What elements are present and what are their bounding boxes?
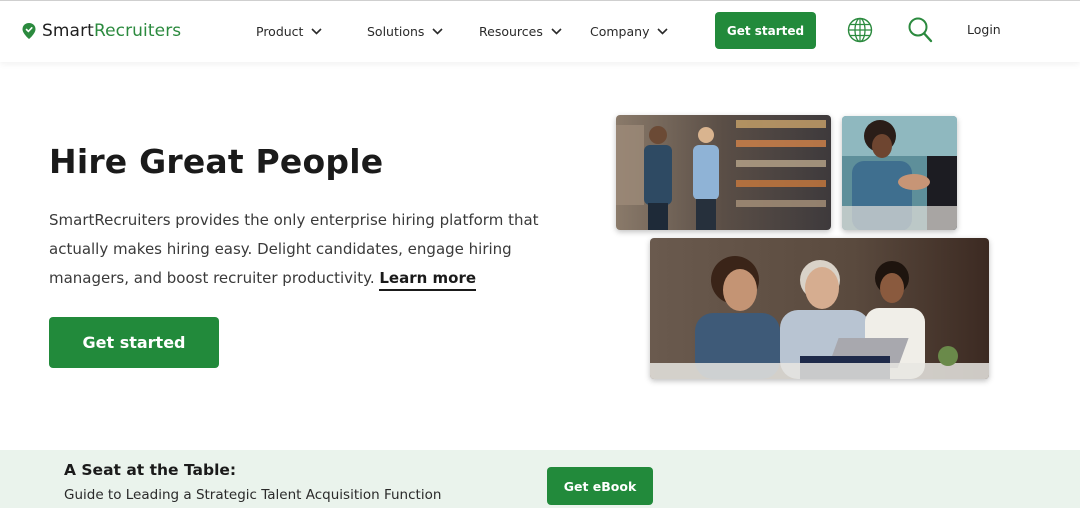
chevron-down-icon [311,27,323,35]
nav-company[interactable]: Company [590,21,669,41]
header-get-started-button[interactable]: Get started [715,12,816,49]
location-pin-icon [22,23,36,39]
banner-subtitle: Guide to Leading a Strategic Talent Acqu… [64,487,442,503]
globe-icon[interactable] [847,17,873,43]
handshake-photo [842,116,957,230]
chevron-down-icon [432,27,444,35]
chevron-down-icon [551,27,562,35]
hero-get-started-button[interactable]: Get started [49,317,219,368]
banner-title: A Seat at the Table: [64,461,237,479]
logo-text: SmartRecruiters [42,21,182,41]
nav-resources-label: Resources [479,23,543,39]
site-header: SmartRecruiters Product Solutions Resour… [0,0,1080,62]
learn-more-link[interactable]: Learn more [379,269,477,291]
nav-solutions[interactable]: Solutions [367,21,444,41]
team-meeting-photo [650,238,989,379]
login-link[interactable]: Login [967,22,1001,37]
nav-solutions-label: Solutions [367,23,425,39]
smartrecruiters-logo[interactable]: SmartRecruiters [22,18,181,44]
get-ebook-button[interactable]: Get eBook [547,467,653,505]
hero-description: SmartRecruiters provides the only enterp… [49,206,589,293]
nav-resources[interactable]: Resources [479,21,562,41]
search-icon[interactable] [907,16,933,44]
chevron-down-icon [657,27,669,35]
nav-company-label: Company [590,23,650,39]
hero-title: Hire Great People [49,142,384,181]
nav-product-label: Product [256,23,304,39]
nav-product[interactable]: Product [256,21,323,41]
store-staff-photo [616,115,831,230]
